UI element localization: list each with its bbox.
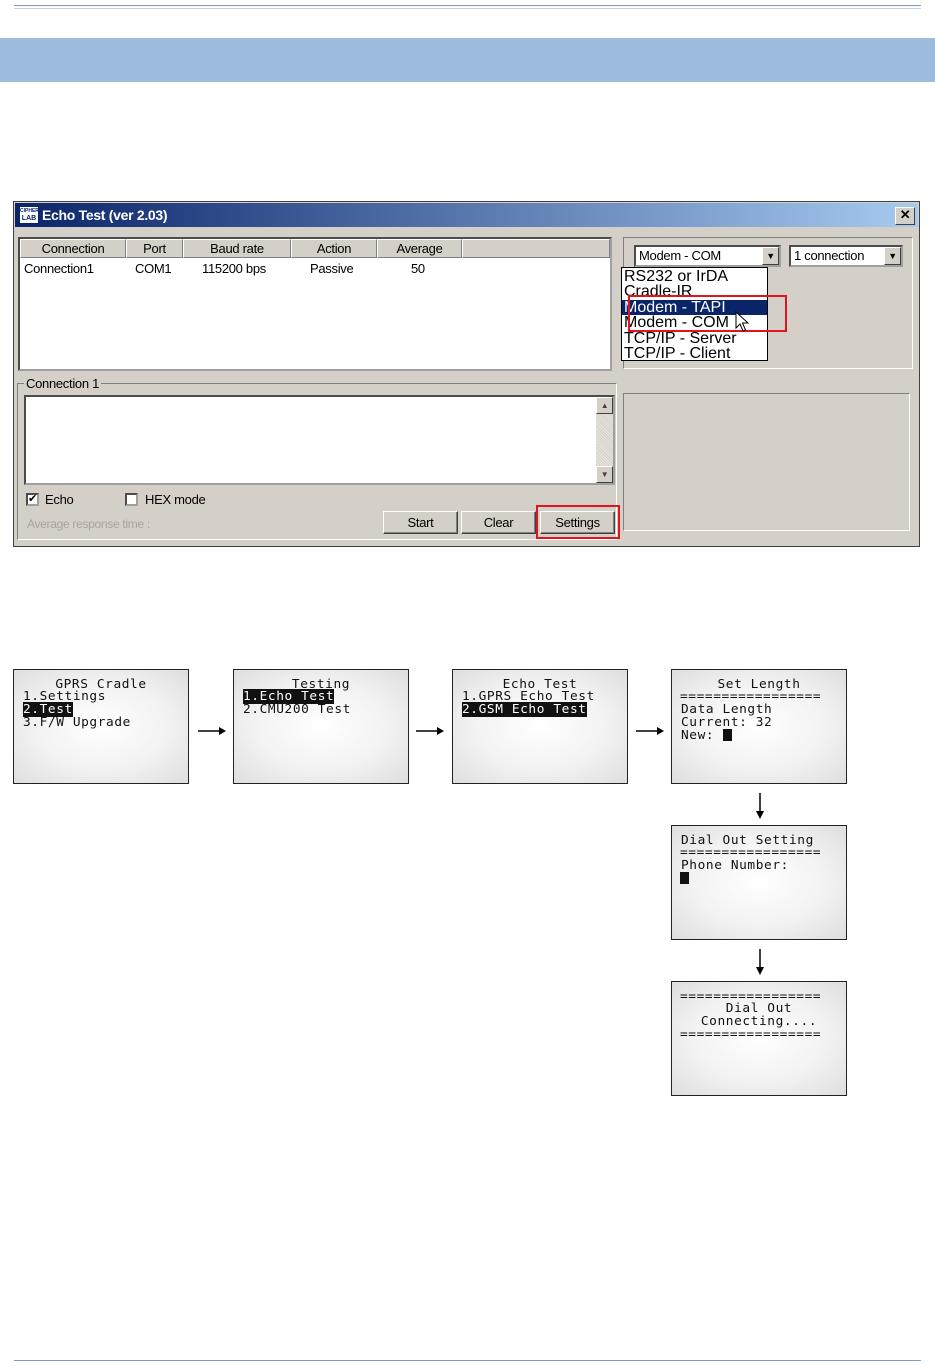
- connection-type-select[interactable]: Modem - COM ▼: [634, 245, 781, 267]
- dropdown-item-tcp-server[interactable]: TCP/IP - Server: [622, 331, 767, 347]
- logo-text-bottom: LAB: [21, 215, 37, 222]
- text-cursor-icon: [680, 872, 689, 884]
- cell-baud-rate: 115200 bps: [202, 261, 266, 276]
- connection-type-value: Modem - COM: [639, 248, 721, 263]
- echo-label: Echo: [45, 492, 74, 507]
- status-panel: [623, 393, 910, 531]
- highlight-box-modem: [628, 295, 787, 332]
- header-rule: [14, 5, 921, 6]
- menu-item-cmu200-test: 2.CMU200 Test: [243, 702, 351, 717]
- col-header-connection[interactable]: Connection: [20, 239, 126, 258]
- header-rule-light: [14, 8, 921, 9]
- connection-group-label: Connection 1: [24, 376, 102, 391]
- window-title: Echo Test (ver 2.03): [42, 207, 168, 223]
- text-cursor-icon: [723, 729, 732, 741]
- hex-mode-checkbox[interactable]: [125, 493, 138, 506]
- cell-port: COM1: [135, 261, 172, 276]
- hex-mode-label: HEX mode: [145, 492, 206, 507]
- col-header-port[interactable]: Port: [126, 239, 183, 258]
- connection-count-select[interactable]: 1 connection ▼: [789, 245, 903, 267]
- highlight-box-settings: [536, 505, 620, 539]
- chevron-down-icon[interactable]: ▼: [762, 247, 779, 265]
- connections-list[interactable]: Connection Port Baud rate Action Average…: [18, 237, 612, 371]
- start-button[interactable]: Start: [383, 511, 458, 534]
- scroll-down-icon[interactable]: ▼: [596, 466, 613, 483]
- screen-echo-test: Echo Test 1.GPRS Echo Test 2.GSM Echo Te…: [452, 669, 628, 784]
- menu-item-gsm-echo-selected: 2.GSM Echo Test: [462, 702, 587, 717]
- screen-gprs-cradle: GPRS Cradle 1.Settings 2.Test 3.F/W Upgr…: [13, 669, 189, 784]
- screen-set-length: Set Length ================= Data Length…: [671, 669, 847, 784]
- logo-text-top: CIPHER: [20, 208, 39, 214]
- dropdown-item-rs232[interactable]: RS232 or IrDA: [622, 269, 767, 285]
- screen-testing: Testing 1.Echo Test 2.CMU200 Test: [233, 669, 409, 784]
- cell-connection: Connection1: [24, 261, 94, 276]
- arrow-right-icon: [636, 727, 664, 735]
- screen-divider-bottom: =================: [680, 1027, 822, 1042]
- clear-button[interactable]: Clear: [461, 511, 536, 534]
- footer-rule: [14, 1360, 921, 1361]
- col-header-baud-rate[interactable]: Baud rate: [183, 239, 291, 258]
- cell-action: Passive: [310, 261, 354, 276]
- avg-response-label: Average response time :: [27, 517, 150, 531]
- list-header: Connection Port Baud rate Action Average: [20, 239, 610, 258]
- arrow-down-icon: [756, 793, 764, 819]
- connection-count-value: 1 connection: [794, 248, 865, 263]
- scroll-up-icon[interactable]: ▲: [596, 397, 613, 414]
- cipherlab-logo-icon: CIPHER LAB: [19, 206, 39, 224]
- col-header-action[interactable]: Action: [291, 239, 377, 258]
- selected-item-text: 2.GSM Echo Test: [462, 702, 587, 717]
- menu-item-fw-upgrade: 3.F/W Upgrade: [23, 715, 131, 730]
- section-band: [0, 38, 935, 82]
- col-header-average[interactable]: Average: [377, 239, 462, 258]
- phone-number-label: Phone Number:: [681, 858, 789, 873]
- vertical-scrollbar[interactable]: ▲ ▼: [596, 397, 613, 483]
- mouse-pointer-icon: [735, 311, 750, 332]
- new-value-label: New:: [681, 728, 715, 743]
- echo-test-window: CIPHER LAB Echo Test (ver 2.03) ✕ Connec…: [13, 201, 920, 547]
- screen-dial-out-setting: Dial Out Setting ================= Phone…: [671, 825, 847, 940]
- title-bar: CIPHER LAB Echo Test (ver 2.03) ✕: [15, 203, 918, 227]
- echo-checkbox[interactable]: ✔: [26, 493, 39, 506]
- echo-output-textarea[interactable]: ▲ ▼: [24, 395, 615, 485]
- arrow-down-icon: [756, 949, 764, 975]
- col-header-empty: [462, 239, 610, 258]
- dropdown-item-tcp-client[interactable]: TCP/IP - Client: [622, 346, 767, 362]
- screen-dial-out: ================= Dial Out Connecting...…: [671, 981, 847, 1096]
- cell-average: 50: [411, 261, 425, 276]
- chevron-down-icon[interactable]: ▼: [884, 247, 901, 265]
- arrow-right-icon: [416, 727, 444, 735]
- arrow-right-icon: [198, 727, 226, 735]
- close-icon[interactable]: ✕: [895, 207, 915, 225]
